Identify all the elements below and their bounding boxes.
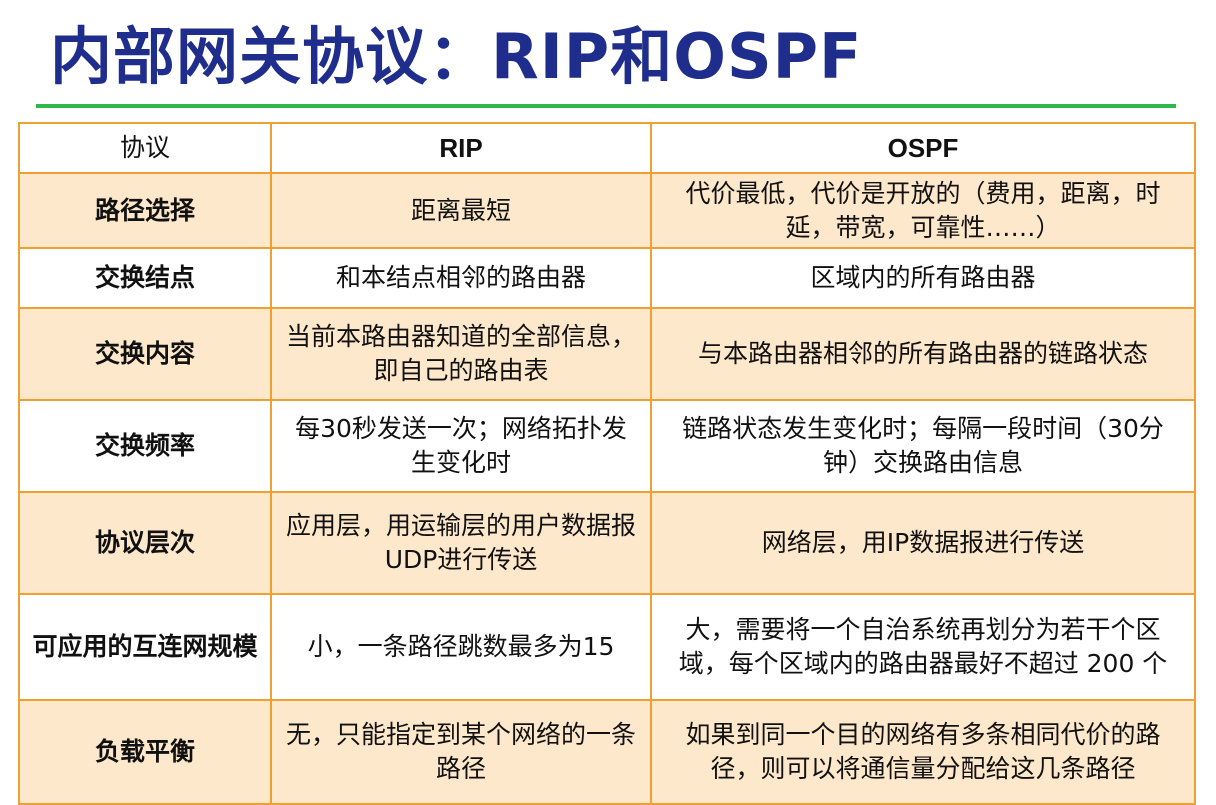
rip-cell: 距离最短	[270, 172, 652, 249]
page-title: 内部网关协议：RIP和OSPF	[50, 20, 863, 93]
row-label: 负载平衡	[18, 699, 272, 805]
ospf-cell: 如果到同一个目的网络有多条相同代价的路径，则可以将通信量分配给这几条路径	[650, 699, 1196, 805]
table-row: 交换频率 每30秒发送一次；网络拓扑发生变化时 链路状态发生变化时；每隔一段时间…	[18, 399, 1196, 493]
header-rip: RIP	[270, 122, 652, 174]
rip-cell: 当前本路由器知道的全部信息，即自己的路由表	[270, 307, 652, 401]
row-label: 协议层次	[18, 491, 272, 595]
table-header-row: 协议 RIP OSPF	[18, 122, 1196, 174]
ospf-cell: 与本路由器相邻的所有路由器的链路状态	[650, 307, 1196, 401]
table-row: 协议层次 应用层，用运输层的用户数据报UDP进行传送 网络层，用IP数据报进行传…	[18, 491, 1196, 595]
title-divider	[36, 104, 1176, 108]
ospf-cell: 大，需要将一个自治系统再划分为若干个区域，每个区域内的路由器最好不超过 200 …	[650, 593, 1196, 701]
row-label: 交换内容	[18, 307, 272, 401]
header-ospf: OSPF	[650, 122, 1196, 174]
header-protocol: 协议	[18, 122, 272, 174]
ospf-cell: 代价最低，代价是开放的（费用，距离，时延，带宽，可靠性……）	[650, 172, 1196, 249]
row-label: 可应用的互连网规模	[18, 593, 272, 701]
ospf-cell: 区域内的所有路由器	[650, 247, 1196, 309]
row-label: 交换结点	[18, 247, 272, 309]
comparison-table: 协议 RIP OSPF 路径选择 距离最短 代价最低，代价是开放的（费用，距离，…	[18, 122, 1196, 805]
rip-cell: 应用层，用运输层的用户数据报UDP进行传送	[270, 491, 652, 595]
table-row: 路径选择 距离最短 代价最低，代价是开放的（费用，距离，时延，带宽，可靠性……）	[18, 172, 1196, 249]
rip-cell: 小，一条路径跳数最多为15	[270, 593, 652, 701]
table-row: 交换内容 当前本路由器知道的全部信息，即自己的路由表 与本路由器相邻的所有路由器…	[18, 307, 1196, 401]
rip-cell: 和本结点相邻的路由器	[270, 247, 652, 309]
rip-cell: 每30秒发送一次；网络拓扑发生变化时	[270, 399, 652, 493]
table-row: 交换结点 和本结点相邻的路由器 区域内的所有路由器	[18, 247, 1196, 309]
row-label: 交换频率	[18, 399, 272, 493]
row-label: 路径选择	[18, 172, 272, 249]
table-row: 可应用的互连网规模 小，一条路径跳数最多为15 大，需要将一个自治系统再划分为若…	[18, 593, 1196, 701]
ospf-cell: 网络层，用IP数据报进行传送	[650, 491, 1196, 595]
table-row: 负载平衡 无，只能指定到某个网络的一条路径 如果到同一个目的网络有多条相同代价的…	[18, 699, 1196, 805]
ospf-cell: 链路状态发生变化时；每隔一段时间（30分钟）交换路由信息	[650, 399, 1196, 493]
rip-cell: 无，只能指定到某个网络的一条路径	[270, 699, 652, 805]
